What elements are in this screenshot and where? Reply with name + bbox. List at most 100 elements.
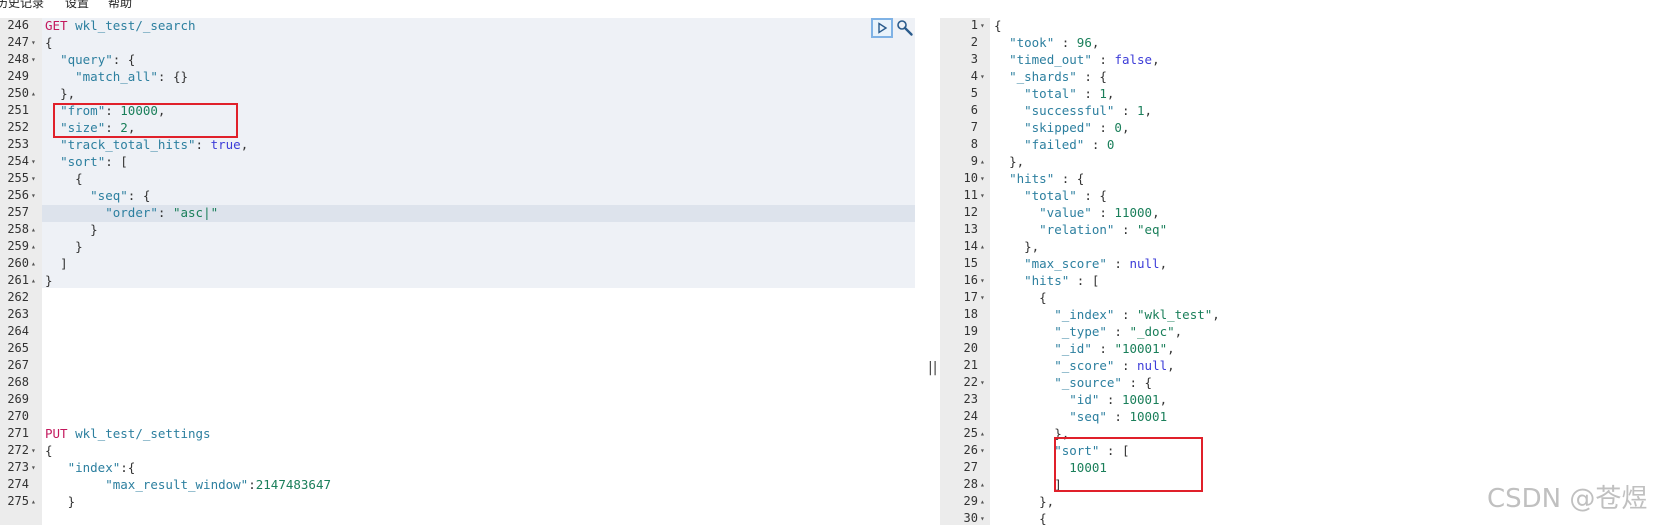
fold-end-icon[interactable]: ▴ — [980, 425, 985, 442]
code-text: PUT wkl_test/_settings — [45, 426, 211, 441]
line-number: 23 — [963, 392, 978, 406]
line-number: 268 — [7, 375, 29, 389]
fold-end-icon[interactable]: ▴ — [31, 255, 36, 272]
line-number: 9 — [970, 154, 978, 168]
line-number: 254 — [7, 154, 29, 168]
line-number: 261 — [7, 273, 29, 287]
line-number: 14 — [963, 239, 978, 253]
code-text: "relation" : "eq" — [1039, 222, 1168, 237]
fold-end-icon[interactable]: ▴ — [980, 238, 985, 255]
fold-collapse-icon[interactable]: ▾ — [31, 51, 36, 68]
code-text: } — [90, 222, 98, 237]
code-text: } — [75, 239, 83, 254]
selected-request-highlight — [42, 18, 915, 288]
line-number: 8 — [970, 137, 978, 151]
fold-end-icon[interactable]: ▴ — [31, 85, 36, 102]
fold-collapse-icon[interactable]: ▾ — [31, 187, 36, 204]
fold-collapse-icon[interactable]: ▾ — [980, 442, 985, 459]
line-number: 274 — [7, 477, 29, 491]
code-text: { — [75, 171, 83, 186]
line-number: 262 — [7, 290, 29, 304]
fold-collapse-icon[interactable]: ▾ — [31, 170, 36, 187]
fold-collapse-icon[interactable]: ▾ — [31, 34, 36, 51]
line-number: 2 — [970, 35, 978, 49]
line-number: 247 — [7, 35, 29, 49]
fold-collapse-icon[interactable]: ▾ — [980, 510, 985, 525]
code-text: "query": { — [60, 52, 136, 67]
code-text: }, — [1039, 494, 1055, 509]
fold-end-icon[interactable]: ▴ — [31, 221, 36, 238]
menu-bar: 历史记录 设置 帮助 — [0, 0, 1674, 18]
fold-collapse-icon[interactable]: ▾ — [31, 153, 36, 170]
fold-collapse-icon[interactable]: ▾ — [980, 187, 985, 204]
line-number: 16 — [963, 273, 978, 287]
fold-end-icon[interactable]: ▴ — [31, 493, 36, 510]
code-text: ] — [1054, 477, 1062, 492]
run-request-button[interactable] — [871, 18, 893, 38]
fold-collapse-icon[interactable]: ▾ — [31, 442, 36, 459]
line-number: 17 — [963, 290, 978, 304]
fold-end-icon[interactable]: ▴ — [980, 493, 985, 510]
line-number: 5 — [970, 86, 978, 100]
line-number: 253 — [7, 137, 29, 151]
fold-collapse-icon[interactable]: ▾ — [980, 18, 985, 34]
request-editor[interactable]: 246 GET wkl_test/_search 247 ▾{248 ▾ "query"… — [0, 18, 915, 525]
fold-end-icon[interactable]: ▴ — [31, 238, 36, 255]
fold-collapse-icon[interactable]: ▾ — [980, 170, 985, 187]
line-number: 259 — [7, 239, 29, 253]
code-text: "_type" : "_doc", — [1054, 324, 1183, 339]
line-number: 270 — [7, 409, 29, 423]
code-text: "successful" : 1, — [1024, 103, 1153, 118]
code-text: "max_result_window":2147483647 — [105, 477, 332, 492]
fold-collapse-icon[interactable]: ▾ — [980, 289, 985, 306]
code-text: "_score" : null, — [1054, 358, 1175, 373]
fold-end-icon[interactable]: ▴ — [980, 476, 985, 493]
fold-collapse-icon[interactable]: ▾ — [980, 68, 985, 85]
code-text: "seq" : 10001 — [1069, 409, 1168, 424]
line-number: 252 — [7, 120, 29, 134]
code-text: { — [994, 18, 1002, 33]
watermark: CSDN @苍煜 — [1487, 484, 1648, 514]
line-number: 248 — [7, 52, 29, 66]
code-text: "failed" : 0 — [1024, 137, 1115, 152]
line-number: 18 — [963, 307, 978, 321]
code-text: ] — [60, 256, 68, 271]
code-text: "hits" : [ — [1024, 273, 1100, 288]
fold-collapse-icon[interactable]: ▾ — [31, 459, 36, 476]
line-number: 19 — [963, 324, 978, 338]
highlight-box-pagination — [53, 103, 238, 138]
line-number: 11 — [963, 188, 978, 202]
settings-wrench-button[interactable] — [896, 19, 914, 37]
code-text: { — [1039, 511, 1047, 525]
fold-end-icon[interactable]: ▴ — [980, 153, 985, 170]
line-number: 258 — [7, 222, 29, 236]
menu-item-settings[interactable]: 设置 — [65, 0, 89, 11]
line-number: 271 — [7, 426, 29, 440]
code-text: "max_score" : null, — [1024, 256, 1168, 271]
menu-item-help[interactable]: 帮助 — [108, 0, 132, 11]
response-viewer[interactable]: 1 ▾{2 "took" : 96, 3 "timed_out" : false, 4… — [940, 18, 1674, 525]
line-number: 15 — [963, 256, 978, 270]
menu-item-history[interactable]: 历史记录 — [0, 0, 44, 11]
fold-collapse-icon[interactable]: ▾ — [980, 374, 985, 391]
fold-end-icon[interactable]: ▴ — [31, 272, 36, 289]
line-number: 257 — [7, 205, 29, 219]
line-number: 1 — [970, 18, 978, 32]
code-text: "_source" : { — [1054, 375, 1153, 390]
code-text: GET wkl_test/_search — [45, 18, 196, 33]
pane-resize-handle[interactable]: || — [928, 360, 937, 376]
code-text: { — [45, 443, 53, 458]
line-number: 269 — [7, 392, 29, 406]
code-text: }, — [1024, 239, 1040, 254]
code-text: "index":{ — [67, 460, 136, 475]
line-number: 30 — [963, 511, 978, 525]
code-text: } — [67, 494, 76, 509]
line-number: 256 — [7, 188, 29, 202]
play-icon — [878, 22, 888, 34]
line-number: 24 — [963, 409, 978, 423]
line-number: 263 — [7, 307, 29, 321]
fold-collapse-icon[interactable]: ▾ — [980, 272, 985, 289]
line-number: 251 — [7, 103, 29, 117]
line-number: 249 — [7, 69, 29, 83]
line-number: 275 — [7, 494, 29, 508]
